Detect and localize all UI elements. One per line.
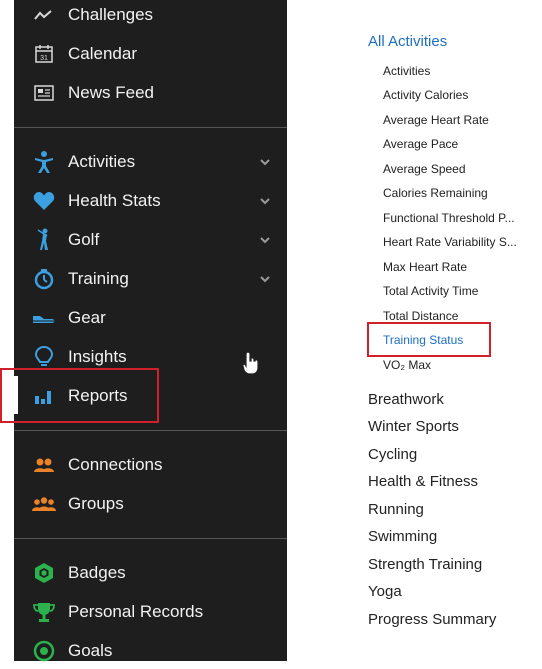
nav-label: Training — [68, 269, 129, 288]
category-item[interactable]: Swimming — [368, 528, 437, 545]
divider — [14, 127, 287, 128]
submenu-item[interactable]: Total Distance — [383, 309, 458, 323]
category-item[interactable]: Strength Training — [368, 556, 482, 573]
nav-item-challenges[interactable]: Challenges — [14, 0, 287, 33]
divider — [14, 430, 287, 431]
calendar-icon: 31 — [32, 42, 56, 66]
nav-item-connections[interactable]: Connections — [14, 447, 287, 483]
category-item[interactable]: Progress Summary — [368, 611, 496, 628]
submenu-item[interactable]: Max Heart Rate — [383, 260, 467, 274]
calendar-day-number: 31 — [40, 55, 48, 62]
trophy-icon — [32, 600, 56, 624]
badge-icon — [32, 561, 56, 585]
activities-icon — [32, 150, 56, 174]
nav-label: Activities — [68, 152, 136, 171]
reports-highlight-box — [0, 368, 159, 423]
nav-item-gear[interactable]: Gear — [14, 300, 287, 336]
nav-item-calendar[interactable]: 31 Calendar — [14, 36, 287, 72]
challenges-icon — [32, 3, 56, 27]
submenu-item[interactable]: Average Pace — [383, 137, 458, 151]
submenu-item[interactable]: Average Speed — [383, 162, 466, 176]
category-item[interactable]: Running — [368, 501, 424, 518]
chevron-down-icon[interactable] — [258, 194, 272, 208]
connections-icon — [32, 453, 56, 477]
nav-label: Personal Records — [68, 602, 204, 621]
category-item[interactable]: Breathwork — [368, 391, 444, 408]
nav-label: News Feed — [68, 83, 154, 102]
nav-label: Health Stats — [68, 191, 161, 210]
nav-label: Badges — [68, 563, 126, 582]
nav-label: Challenges — [68, 5, 154, 24]
submenu-item[interactable]: Functional Threshold P... — [383, 211, 515, 225]
category-item[interactable]: Cycling — [368, 446, 417, 463]
nav-item-golf[interactable]: Golf — [14, 222, 287, 258]
nav-item-goals[interactable]: Goals — [14, 633, 287, 669]
submenu-item[interactable]: Average Heart Rate — [383, 113, 489, 127]
submenu-item[interactable]: VO₂ Max — [383, 358, 431, 372]
nav-label: Gear — [68, 308, 106, 327]
submenu-header-all-activities[interactable]: All Activities — [368, 33, 447, 50]
nav-label: Insights — [68, 347, 127, 366]
stopwatch-icon — [32, 267, 56, 291]
nav-label: Calendar — [68, 44, 137, 63]
submenu-item[interactable]: Activity Calories — [383, 88, 468, 102]
nav-item-groups[interactable]: Groups — [14, 486, 287, 522]
chevron-down-icon[interactable] — [258, 272, 272, 286]
chevron-down-icon[interactable] — [258, 155, 272, 169]
left-gutter — [0, 0, 14, 661]
submenu-item[interactable]: Activities — [383, 64, 430, 78]
lightbulb-icon — [32, 345, 56, 369]
newsfeed-icon — [32, 81, 56, 105]
nav-label: Golf — [68, 230, 100, 249]
training-status-highlight-box — [367, 322, 491, 357]
goal-icon — [32, 639, 56, 663]
hand-cursor-icon — [242, 351, 259, 375]
nav-label: Goals — [68, 641, 113, 660]
shoe-icon — [32, 306, 56, 330]
heart-icon — [32, 189, 56, 213]
nav-item-personal-records[interactable]: Personal Records — [14, 594, 287, 630]
nav-label: Groups — [68, 494, 124, 513]
chevron-down-icon[interactable] — [258, 233, 272, 247]
nav-item-badges[interactable]: Badges — [14, 555, 287, 591]
nav-item-training[interactable]: Training — [14, 261, 287, 297]
nav-label: Connections — [68, 455, 163, 474]
nav-item-activities[interactable]: Activities — [14, 144, 287, 180]
sidebar: Challenges 31 Calendar News Feed Activit… — [14, 0, 287, 662]
nav-item-news-feed[interactable]: News Feed — [14, 75, 287, 111]
submenu-item[interactable]: Calories Remaining — [383, 186, 488, 200]
category-item[interactable]: Winter Sports — [368, 418, 459, 435]
submenu-item[interactable]: Total Activity Time — [383, 284, 478, 298]
category-item[interactable]: Yoga — [368, 583, 402, 600]
golf-icon — [32, 228, 56, 252]
nav-item-health-stats[interactable]: Health Stats — [14, 183, 287, 219]
category-item[interactable]: Health & Fitness — [368, 473, 478, 490]
divider — [14, 538, 287, 539]
submenu-item[interactable]: Heart Rate Variability S... — [383, 235, 517, 249]
groups-icon — [32, 492, 56, 516]
